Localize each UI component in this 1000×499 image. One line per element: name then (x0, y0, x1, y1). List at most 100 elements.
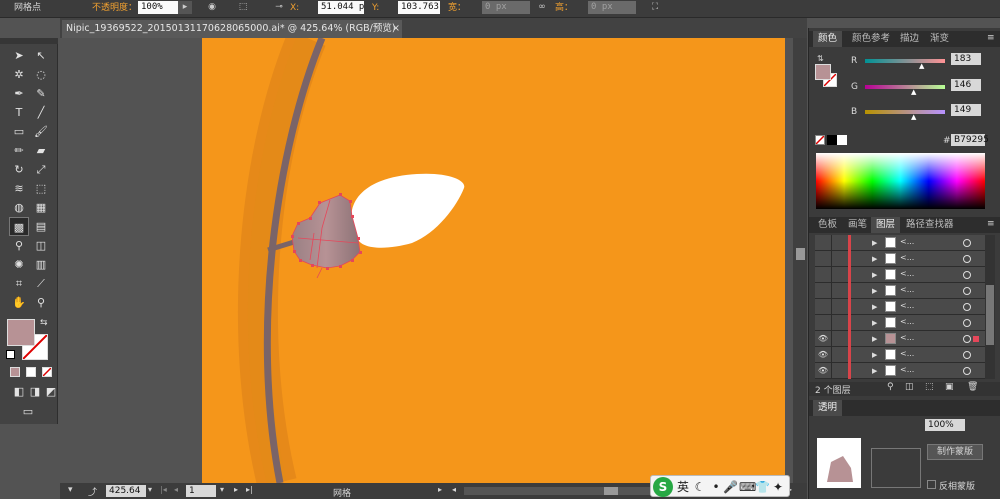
visibility-icon[interactable] (816, 299, 830, 315)
layer-name[interactable]: <... (900, 251, 914, 267)
tab-color[interactable]: 颜色 (813, 31, 843, 47)
width-field[interactable]: 0 px (482, 1, 530, 14)
align-icon[interactable]: ⬚ (236, 1, 250, 14)
vertical-scrollbar[interactable] (793, 38, 807, 483)
hand-tool-icon[interactable]: ✋ (9, 293, 29, 312)
layer-row[interactable]: ▶ <... (815, 315, 985, 331)
r-value-field[interactable]: 183 (951, 53, 981, 65)
blend-tool-icon[interactable]: ◫ (31, 236, 51, 255)
expand-arrow-icon[interactable]: ▶ (872, 347, 882, 363)
layer-name[interactable]: <... (900, 267, 914, 283)
lock-toggle[interactable] (831, 331, 845, 347)
lasso-tool-icon[interactable]: ◌ (31, 65, 51, 84)
first-page-icon[interactable]: |◂ (160, 485, 167, 494)
skin-icon[interactable]: 👕 (755, 477, 770, 497)
layer-name[interactable]: <... (900, 315, 914, 331)
g-slider-handle-icon[interactable]: ▲ (911, 88, 916, 96)
transparency-thumbnail[interactable] (817, 438, 861, 488)
target-icon[interactable] (963, 303, 971, 311)
share-icon[interactable]: ⤴ (88, 485, 97, 498)
r-slider[interactable] (865, 59, 945, 63)
lock-toggle[interactable] (831, 235, 845, 251)
gradient-mode-icon[interactable] (26, 367, 36, 377)
tab-layers[interactable]: 图层 (871, 217, 901, 233)
canvas-area[interactable] (60, 38, 793, 483)
column-graph-tool-icon[interactable]: ▥ (31, 255, 51, 274)
slice-tool-icon[interactable]: ⟋ (31, 274, 51, 293)
voice-icon[interactable]: 🎤 (723, 477, 738, 497)
lock-toggle[interactable] (831, 251, 845, 267)
horizontal-scroll-thumb[interactable] (604, 487, 618, 495)
swap-fill-stroke-icon[interactable]: ⇆ (40, 318, 48, 328)
curvature-tool-icon[interactable]: ✎ (31, 84, 51, 103)
tab-pathfinder[interactable]: 路径查找器 (901, 217, 959, 233)
expand-arrow-icon[interactable]: ▶ (872, 251, 882, 267)
warp-tool-icon[interactable]: ≋ (9, 179, 29, 198)
ime-language[interactable]: 英 (675, 477, 691, 497)
page-dropdown-icon[interactable]: ▾ (220, 485, 224, 494)
last-page-icon[interactable]: ▸| (246, 485, 253, 494)
layer-name[interactable]: <... (900, 283, 914, 299)
layers-scrollbar[interactable] (985, 235, 995, 379)
height-field[interactable]: 0 px (588, 1, 636, 14)
target-icon[interactable] (963, 271, 971, 279)
make-mask-button[interactable]: 制作蒙版 (927, 444, 983, 460)
lock-toggle[interactable] (831, 315, 845, 331)
pencil-tool-icon[interactable]: ✏ (9, 141, 29, 160)
opacity-field[interactable]: 100% (138, 1, 178, 14)
none-color-swatch[interactable] (815, 135, 825, 145)
selection-tool-icon[interactable]: ➤ (9, 46, 29, 65)
page-field[interactable]: 1 (186, 485, 216, 497)
r-slider-handle-icon[interactable]: ▲ (919, 62, 924, 70)
close-tab-icon[interactable]: × (392, 20, 400, 38)
target-icon[interactable] (963, 335, 971, 343)
layer-name[interactable]: <... (900, 331, 914, 347)
selection-indicator[interactable] (973, 336, 979, 342)
tab-brushes[interactable]: 画笔 (843, 217, 872, 233)
target-icon[interactable] (963, 239, 971, 247)
layer-row[interactable]: 👁 ▶ <... (815, 347, 985, 363)
document-tab[interactable]: Nipic_19369522_20150131170628065000.ai* … (62, 20, 402, 38)
expand-arrow-icon[interactable]: ▶ (872, 363, 882, 379)
target-icon[interactable] (963, 319, 971, 327)
y-field[interactable]: 103.763 px (398, 1, 440, 14)
mask-thumbnail[interactable] (871, 448, 921, 488)
white-color-swatch[interactable] (837, 135, 847, 145)
layer-row[interactable]: ▶ <... (815, 267, 985, 283)
target-icon[interactable] (963, 287, 971, 295)
rotate-tool-icon[interactable]: ↻ (9, 160, 29, 179)
tools-grip[interactable] (0, 38, 58, 44)
visibility-icon[interactable]: 👁 (816, 347, 830, 363)
tab-transparency[interactable]: 透明 (813, 400, 843, 416)
b-slider[interactable] (865, 110, 945, 114)
layer-row[interactable]: 👁 ▶ <... (815, 331, 985, 347)
black-color-swatch[interactable] (827, 135, 837, 145)
eraser-tool-icon[interactable]: ▰ (31, 141, 51, 160)
new-layer-icon[interactable]: ▣ (945, 382, 954, 392)
layer-row[interactable]: ▶ <... (815, 235, 985, 251)
visibility-icon[interactable] (816, 315, 830, 331)
lock-toggle[interactable] (831, 267, 845, 283)
target-icon[interactable] (963, 367, 971, 375)
zoom-menu-icon[interactable]: ▾ (68, 485, 73, 495)
scale-tool-icon[interactable]: ⤢ (31, 160, 51, 179)
symbol-sprayer-tool-icon[interactable]: ✺ (9, 255, 29, 274)
expand-arrow-icon[interactable]: ▶ (872, 299, 882, 315)
recolor-icon[interactable]: ◉ (205, 1, 219, 14)
artboard[interactable] (202, 38, 785, 483)
layer-row[interactable]: ▶ <... (815, 251, 985, 267)
lock-toggle[interactable] (831, 299, 845, 315)
none-mode-icon[interactable] (42, 367, 52, 377)
panel-menu-icon[interactable]: ≡ (987, 33, 995, 43)
layers-menu-icon[interactable]: ≡ (987, 219, 995, 229)
g-slider[interactable] (865, 85, 945, 89)
lock-toggle[interactable] (831, 283, 845, 299)
keyboard-icon[interactable]: ⌨ (739, 477, 756, 497)
pen-tool-icon[interactable]: ✒ (9, 84, 29, 103)
eyedropper-tool-icon[interactable]: ⚲ (9, 236, 29, 255)
tab-stroke[interactable]: 描边 (895, 31, 924, 47)
layer-row[interactable]: ▶ <... (815, 283, 985, 299)
lock-toggle[interactable] (831, 363, 845, 379)
tools-icon[interactable]: ✦ (771, 477, 785, 497)
direct-selection-tool-icon[interactable]: ↖ (31, 46, 51, 65)
